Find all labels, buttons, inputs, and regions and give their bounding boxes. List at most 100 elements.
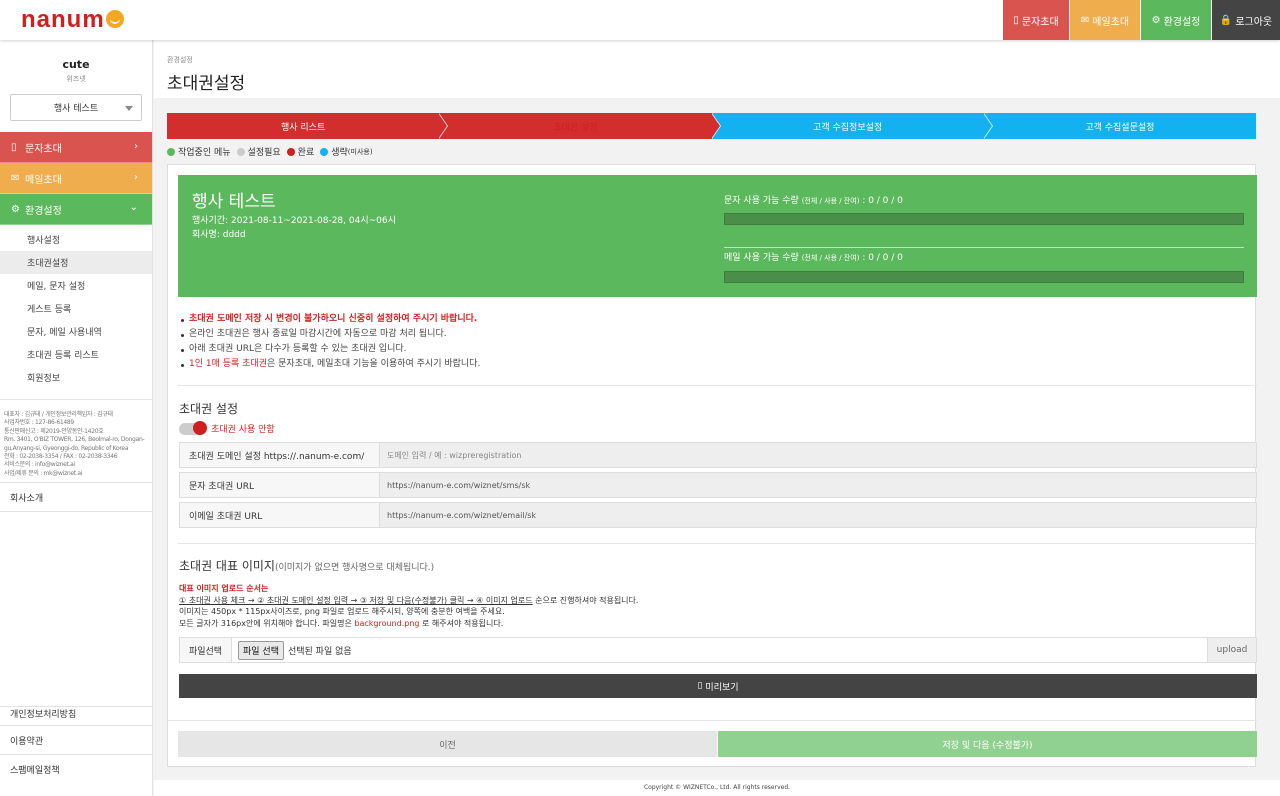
lock-icon: 🔒: [1219, 14, 1233, 26]
breadcrumb: 환경설정: [167, 56, 193, 64]
event-summary: 행사 테스트 행사기간: 2021-08-11~2021-08-28, 04시~…: [178, 175, 1257, 297]
step-customer-survey[interactable]: 고객 수집설문설정: [983, 113, 1256, 139]
sidebar-menu: ▯ 문자초대 › ✉ 메일초대 › ⚙ 환경설정 ⌄: [0, 132, 152, 225]
sms-url-field[interactable]: https://nanum-e.com/wiznet/sms/sk: [380, 473, 1256, 497]
notice-item: 아래 초대권 URL은 다수가 등록할 수 있는 초대권 입니다.: [179, 342, 480, 357]
invite-section-title: 초대권 설정: [179, 402, 239, 416]
email-url-row: 이메일 초대권 URL https://nanum-e.com/wiznet/e…: [179, 502, 1257, 528]
main-content: 환경설정 초대권설정 행사 리스트 초대권 설정 고객 수집정보설정 고객 수집…: [154, 40, 1280, 796]
chevron-down-icon: [125, 106, 133, 111]
file-input[interactable]: 파일 선택 선택된 파일 없음: [232, 638, 1207, 662]
mail-icon: ✉: [1080, 14, 1090, 26]
event-select[interactable]: 행사 테스트: [10, 94, 142, 121]
user-org: 위즈넷: [66, 75, 86, 83]
logo-e-icon: [105, 10, 124, 28]
domain-row: 초대권 도메인 설정 https://.nanum-e.com/ 도메인 입력 …: [179, 442, 1257, 468]
mobile-icon: ▯: [1013, 14, 1019, 26]
footer-links: 회사소개 개인정보처리방침 이용약관 스팸메일정책: [0, 482, 152, 783]
link-spam-policy[interactable]: 스팸메일정책: [0, 754, 152, 783]
event-period: 행사기간: 2021-08-11~2021-08-28, 04시~06시: [192, 216, 396, 226]
divider: [178, 385, 1257, 386]
mail-usage-bar: [724, 271, 1244, 283]
choose-file-button[interactable]: 파일 선택: [238, 640, 284, 660]
submenu-usage-history[interactable]: 문자, 메일 사용내역: [0, 320, 152, 343]
submenu-event-settings[interactable]: 행사설정: [0, 228, 152, 251]
sidebar-blank: [0, 522, 152, 707]
page-title: 초대권설정: [167, 74, 246, 94]
chevron-right-icon: ›: [134, 141, 138, 152]
link-about[interactable]: 회사소개: [0, 482, 152, 511]
red-dot-icon: [286, 147, 295, 156]
prev-button[interactable]: 이전: [178, 731, 717, 757]
link-privacy[interactable]: 개인정보처리방침: [0, 706, 152, 725]
toggle-switch[interactable]: [179, 420, 207, 435]
copyright: Copyright © WIZNETCo., Ltd. All rights r…: [154, 780, 1280, 796]
sms-url-row: 문자 초대권 URL https://nanum-e.com/wiznet/sm…: [179, 472, 1257, 498]
step-arrow-icon: [710, 113, 721, 139]
image-section-title: 초대권 대표 이미지(이미지가 없으면 행사명으로 대체됩니다.): [179, 559, 435, 573]
step-event-list[interactable]: 행사 리스트: [167, 113, 449, 139]
user-info: cute 위즈넷: [0, 40, 152, 84]
notice-item: 초대권 도메인 저장 시 변경이 불가하오니 신중히 설정하여 주시기 바랍니다…: [179, 312, 480, 327]
step-arrow-icon: [982, 113, 993, 139]
event-company: 회사명: dddd: [192, 230, 246, 240]
legend-skipped: 생략 (미사용): [320, 145, 373, 158]
gray-dot-icon: [236, 147, 245, 156]
submenu-mail-sms-settings[interactable]: 메일, 문자 설정: [0, 274, 152, 297]
email-url-field[interactable]: https://nanum-e.com/wiznet/email/sk: [380, 503, 1256, 527]
sidebar-item-mail[interactable]: ✉ 메일초대 ›: [0, 163, 152, 194]
link-terms[interactable]: 이용약관: [0, 725, 152, 754]
event-title: 행사 테스트: [192, 192, 276, 212]
submenu-guest-register[interactable]: 게스트 등록: [0, 297, 152, 320]
gear-icon: ⚙: [11, 203, 20, 215]
legend-needed: 설정필요: [236, 145, 281, 158]
blue-dot-icon: [320, 147, 329, 156]
status-legend: 작업중인 메뉴 설정필요 완료 생략 (미사용): [167, 145, 379, 158]
action-buttons: 이전 저장 및 다음 (수정불가): [178, 731, 1257, 757]
submenu-invite-settings[interactable]: 초대권설정: [0, 251, 152, 274]
sidebar-item-settings[interactable]: ⚙ 환경설정 ⌄: [0, 194, 152, 225]
sidebar-item-sms[interactable]: ▯ 문자초대 ›: [0, 132, 152, 163]
link-privacy-clipped[interactable]: [0, 511, 152, 522]
legend-working: 작업중인 메뉴: [167, 145, 231, 158]
notice-item: 1인 1매 등록 초대권은 문자초대, 메일초대 기능을 이용하여 주시기 바랍…: [179, 357, 480, 372]
settings-button[interactable]: ⚙ 환경설정: [1140, 0, 1211, 40]
content-panel: 행사 테스트 행사기간: 2021-08-11~2021-08-28, 04시~…: [167, 164, 1257, 767]
page-header: 환경설정 초대권설정: [154, 40, 1280, 98]
top-bar: nanum ▯ 문자초대 ✉ 메일초대 ⚙ 환경설정 🔒 로그아웃: [0, 0, 1280, 40]
logo[interactable]: nanum: [21, 8, 124, 32]
sms-invite-button[interactable]: ▯ 문자초대: [1002, 0, 1069, 40]
logout-button[interactable]: 🔒 로그아웃: [1211, 0, 1280, 40]
chevron-down-icon: ⌄: [129, 202, 138, 213]
step-progress: 행사 리스트 초대권 설정 고객 수집정보설정 고객 수집설문설정: [167, 113, 1256, 139]
user-name: cute: [62, 58, 90, 71]
sms-usage-bar: [724, 213, 1244, 225]
mobile-icon: ▯: [697, 681, 703, 691]
mail-icon: ✉: [11, 172, 20, 184]
green-dot-icon: [167, 147, 175, 156]
notice-list: 초대권 도메인 저장 시 변경이 불가하오니 신중히 설정하여 주시기 바랍니다…: [179, 312, 480, 372]
file-row: 파일선택 파일 선택 선택된 파일 없음 upload: [179, 637, 1257, 663]
mobile-icon: ▯: [11, 141, 17, 153]
divider: [724, 247, 1244, 248]
save-next-button[interactable]: 저장 및 다음 (수정불가): [718, 731, 1257, 757]
gear-icon: ⚙: [1151, 14, 1161, 26]
image-instructions: 대표 이미지 업로드 순서는 ① 초대권 사용 체크 → ② 초대권 도메인 설…: [179, 584, 639, 628]
step-customer-info[interactable]: 고객 수집정보설정: [711, 113, 993, 139]
step-arrow-icon: [438, 113, 449, 139]
invite-toggle[interactable]: 초대권 사용 안함: [179, 420, 275, 435]
upload-button[interactable]: upload: [1207, 638, 1256, 662]
divider: [168, 720, 1257, 721]
divider: [178, 543, 1257, 544]
sidebar: cute 위즈넷 행사 테스트 ▯ 문자초대 › ✉ 메일초대 › ⚙ 환경설정 ⌄ 행사설…: [0, 40, 153, 796]
submenu-invite-list[interactable]: 초대권 등록 리스트: [0, 343, 152, 366]
domain-input[interactable]: 도메인 입력 / 예 : wizpreregistration: [380, 443, 1256, 467]
sms-usage: 문자 사용 가능 수량 (전체 / 사용 / 잔여) : 0 / 0 / 0: [724, 193, 1244, 225]
mail-invite-button[interactable]: ✉ 메일초대: [1069, 0, 1140, 40]
company-info: 대표자 : 김규태 / 개인정보관리책임자 : 김규태 사업자번호 : 127-…: [0, 399, 152, 482]
submenu-member-info[interactable]: 회원정보: [0, 366, 152, 389]
preview-button[interactable]: ▯ 미리보기: [179, 674, 1257, 698]
step-invite-settings[interactable]: 초대권 설정: [439, 113, 721, 139]
settings-submenu: 행사설정 초대권설정 메일, 문자 설정 게스트 등록 문자, 메일 사용내역 …: [0, 225, 152, 389]
notice-item: 온라인 초대권은 행사 종료일 마감시간에 자동으로 마감 처리 됩니다.: [179, 327, 480, 342]
